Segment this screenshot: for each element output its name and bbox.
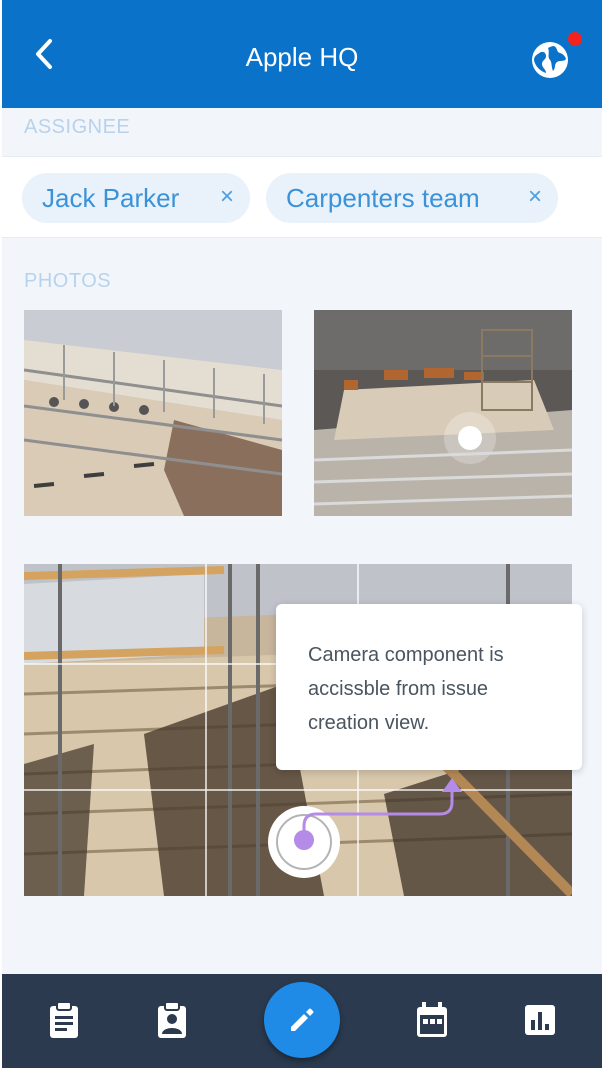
photo-thumbnail[interactable]: [24, 310, 282, 516]
globe-button[interactable]: [528, 38, 572, 82]
photos-section-label: PHOTOS: [24, 270, 112, 292]
remove-chip-button[interactable]: ×: [528, 183, 542, 211]
assignee-chip[interactable]: Carpenters team ×: [266, 173, 558, 223]
nav-reports-button[interactable]: [520, 1000, 560, 1040]
edit-fab-button[interactable]: [264, 982, 340, 1058]
chip-label: Jack Parker: [42, 182, 180, 213]
nav-calendar-button[interactable]: [412, 1000, 452, 1040]
nav-issues-button[interactable]: [44, 1000, 84, 1040]
shutter-ring: [276, 814, 332, 870]
app-screen: Apple HQ ASSIGNEE Jack Parker × Carpente…: [2, 0, 602, 1068]
assignee-section-label: ASSIGNEE: [24, 116, 131, 138]
remove-chip-button[interactable]: ×: [220, 183, 234, 211]
page-title: Apple HQ: [245, 42, 359, 72]
nav-contacts-button[interactable]: [152, 1000, 192, 1040]
construction-stairs-photo: [24, 310, 282, 516]
clipboard-icon: [50, 1001, 78, 1038]
construction-hall-photo: [314, 310, 572, 516]
pencil-icon: [291, 1008, 314, 1031]
camera-hint-tooltip: Camera component is accissble from issue…: [276, 604, 582, 770]
notification-dot: [568, 32, 582, 46]
header-bar: Apple HQ: [2, 0, 602, 108]
bar-chart-icon: [525, 1005, 555, 1035]
chip-label: Carpenters team: [286, 182, 480, 213]
calendar-icon: [417, 1002, 447, 1037]
shutter-button[interactable]: [268, 806, 340, 878]
assignee-chip[interactable]: Jack Parker ×: [22, 173, 250, 223]
contact-badge-icon: [158, 1001, 186, 1038]
globe-icon: [532, 42, 568, 78]
photo-thumbnail[interactable]: [314, 310, 572, 516]
assignee-list: Jack Parker × Carpenters team ×: [2, 156, 602, 238]
